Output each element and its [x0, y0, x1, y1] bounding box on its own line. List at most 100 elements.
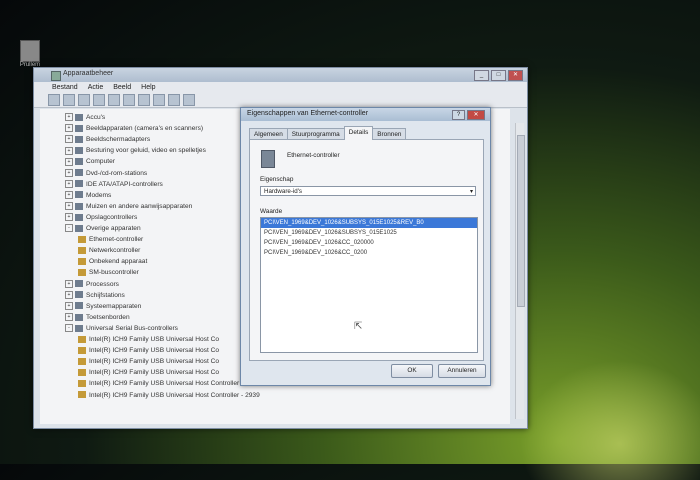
device-category-icon: [78, 369, 86, 377]
tree-item[interactable]: + Modems: [65, 190, 111, 201]
tree-item-label: Besturing voor geluid, video en spelletj…: [86, 147, 206, 155]
tab-details[interactable]: Details: [343, 126, 374, 140]
dialog-close-button[interactable]: ✕: [467, 110, 485, 120]
tree-item[interactable]: Intel(R) ICH9 Family USB Universal Host …: [78, 334, 219, 345]
toolbar: [34, 93, 527, 108]
menu-bar: Bestand Actie Beeld Help: [34, 82, 527, 93]
device-category-icon: [75, 135, 83, 143]
expander-icon[interactable]: +: [65, 168, 73, 177]
minimize-button[interactable]: _: [474, 70, 489, 81]
tree-item-label: Overige apparaten: [86, 225, 141, 232]
device-category-icon: [75, 313, 83, 321]
chevron-down-icon[interactable]: ▾: [470, 187, 473, 197]
device-manager-titlebar[interactable]: Apparaatbeheer _ □ ✕: [34, 68, 527, 82]
property-dropdown[interactable]: Hardware-id's ▾: [260, 186, 476, 196]
device-category-icon: [75, 158, 83, 166]
back-icon[interactable]: [48, 94, 60, 106]
value-item[interactable]: PCI\VEN_1969&DEV_1026&CC_020000: [261, 238, 477, 248]
properties-icon[interactable]: [108, 94, 120, 106]
disable-device-icon[interactable]: [168, 94, 180, 106]
expander-icon[interactable]: +: [65, 301, 73, 310]
tree-item-label: Onbekend apparaat: [89, 258, 148, 266]
tree-item[interactable]: SM-buscontroller: [78, 267, 139, 278]
ok-button[interactable]: OK: [391, 364, 433, 378]
tree-scrollbar[interactable]: [515, 123, 525, 419]
expander-icon[interactable]: +: [65, 146, 73, 155]
tree-item-label: Intel(R) ICH9 Family USB Universal Host …: [89, 380, 260, 388]
expander-icon[interactable]: -: [65, 224, 73, 233]
tree-item[interactable]: Netwerkcontroller: [78, 245, 140, 256]
device-category-icon: [75, 124, 83, 132]
tree-item[interactable]: Intel(R) ICH9 Family USB Universal Host …: [78, 345, 219, 356]
tree-item[interactable]: - Overige apparaten: [65, 223, 141, 234]
device-category-icon: [75, 113, 83, 121]
device-category-icon: [75, 291, 83, 299]
tree-item[interactable]: - Universal Serial Bus-controllers: [65, 323, 178, 334]
expander-icon[interactable]: +: [65, 279, 73, 288]
recycle-bin-icon[interactable]: Prullem: [18, 40, 42, 68]
value-item[interactable]: PCI\VEN_1969&DEV_1026&CC_0200: [261, 248, 477, 258]
expander-icon[interactable]: +: [65, 113, 73, 122]
forward-icon[interactable]: [63, 94, 75, 106]
update-driver-icon[interactable]: [153, 94, 165, 106]
menu-bestand[interactable]: Bestand: [52, 82, 78, 93]
tree-item-label: Systeemapparaten: [86, 302, 142, 310]
tree-item[interactable]: + Accu's: [65, 112, 105, 123]
expander-icon[interactable]: +: [65, 213, 73, 222]
expander-icon[interactable]: +: [65, 313, 73, 322]
tree-item[interactable]: Intel(R) ICH9 Family USB Universal Host …: [78, 390, 260, 401]
help-icon[interactable]: [123, 94, 135, 106]
tree-item[interactable]: + Toetsenborden: [65, 312, 130, 323]
uninstall-device-icon[interactable]: [183, 94, 195, 106]
tree-item[interactable]: Onbekend apparaat: [78, 256, 147, 267]
dialog-titlebar[interactable]: Eigenschappen van Ethernet-controller ? …: [241, 108, 490, 121]
tree-item[interactable]: Intel(R) ICH9 Family USB Universal Host …: [78, 378, 260, 389]
up-icon[interactable]: [78, 94, 90, 106]
value-item[interactable]: PCI\VEN_1969&DEV_1026&SUBSYS_015E1025&RE…: [261, 218, 477, 228]
tree-item[interactable]: + Systeemapparaten: [65, 301, 141, 312]
show-hide-tree-icon[interactable]: [93, 94, 105, 106]
tree-item[interactable]: + Beeldschermadapters: [65, 134, 150, 145]
tree-item[interactable]: + Muizen en andere aanwijsapparaten: [65, 201, 192, 212]
tree-item[interactable]: + Besturing voor geluid, video en spellet…: [65, 145, 206, 156]
expander-icon[interactable]: +: [65, 202, 73, 211]
maximize-button[interactable]: □: [491, 70, 506, 81]
tree-item[interactable]: + Opslagcontrollers: [65, 212, 137, 223]
scan-hardware-icon[interactable]: [138, 94, 150, 106]
device-category-icon: [75, 180, 83, 188]
tree-item[interactable]: Ethernet-controller: [78, 234, 143, 245]
tree-item-label: SM-buscontroller: [89, 269, 139, 277]
tree-item-label: Opslagcontrollers: [86, 213, 138, 221]
expander-icon[interactable]: +: [65, 157, 73, 166]
value-listbox[interactable]: PCI\VEN_1969&DEV_1026&SUBSYS_015E1025&RE…: [260, 217, 478, 353]
dialog-title: Eigenschappen van Ethernet-controller: [247, 110, 369, 117]
device-category-icon: [75, 169, 83, 177]
tree-item[interactable]: Intel(R) ICH9 Family USB Universal Host …: [78, 356, 219, 367]
expander-icon[interactable]: +: [65, 179, 73, 188]
value-label: Waarde: [260, 208, 283, 215]
tree-item-label: Processors: [86, 280, 119, 288]
expander-icon[interactable]: +: [65, 290, 73, 299]
value-item[interactable]: PCI\VEN_1969&DEV_1026&SUBSYS_015E1025: [261, 228, 477, 238]
tree-item[interactable]: Intel(R) ICH9 Family USB Universal Host …: [78, 367, 219, 378]
tree-item[interactable]: + Schijfstations: [65, 290, 125, 301]
tree-item-label: Computer: [86, 158, 115, 166]
expander-icon[interactable]: +: [65, 135, 73, 144]
expander-icon[interactable]: -: [65, 324, 73, 333]
tree-item[interactable]: + Dvd-/cd-rom-stations: [65, 168, 147, 179]
expander-icon[interactable]: +: [65, 124, 73, 133]
tree-item[interactable]: + IDE ATA/ATAPI-controllers: [65, 179, 163, 190]
menu-help[interactable]: Help: [141, 82, 155, 93]
property-label: Eigenschap: [260, 176, 294, 183]
cancel-button[interactable]: Annuleren: [438, 364, 486, 378]
tree-item-label: Intel(R) ICH9 Family USB Universal Host …: [89, 369, 220, 377]
expander-icon[interactable]: +: [65, 190, 73, 199]
close-button[interactable]: ✕: [508, 70, 523, 81]
dialog-help-button[interactable]: ?: [452, 110, 465, 120]
tree-item[interactable]: + Computer: [65, 156, 115, 167]
menu-beeld[interactable]: Beeld: [113, 82, 131, 93]
tree-scrollbar-thumb[interactable]: [517, 135, 525, 307]
menu-actie[interactable]: Actie: [88, 82, 104, 93]
tree-item[interactable]: + Beeldapparaten (camera's en scanners): [65, 123, 203, 134]
tree-item[interactable]: + Processors: [65, 279, 119, 290]
